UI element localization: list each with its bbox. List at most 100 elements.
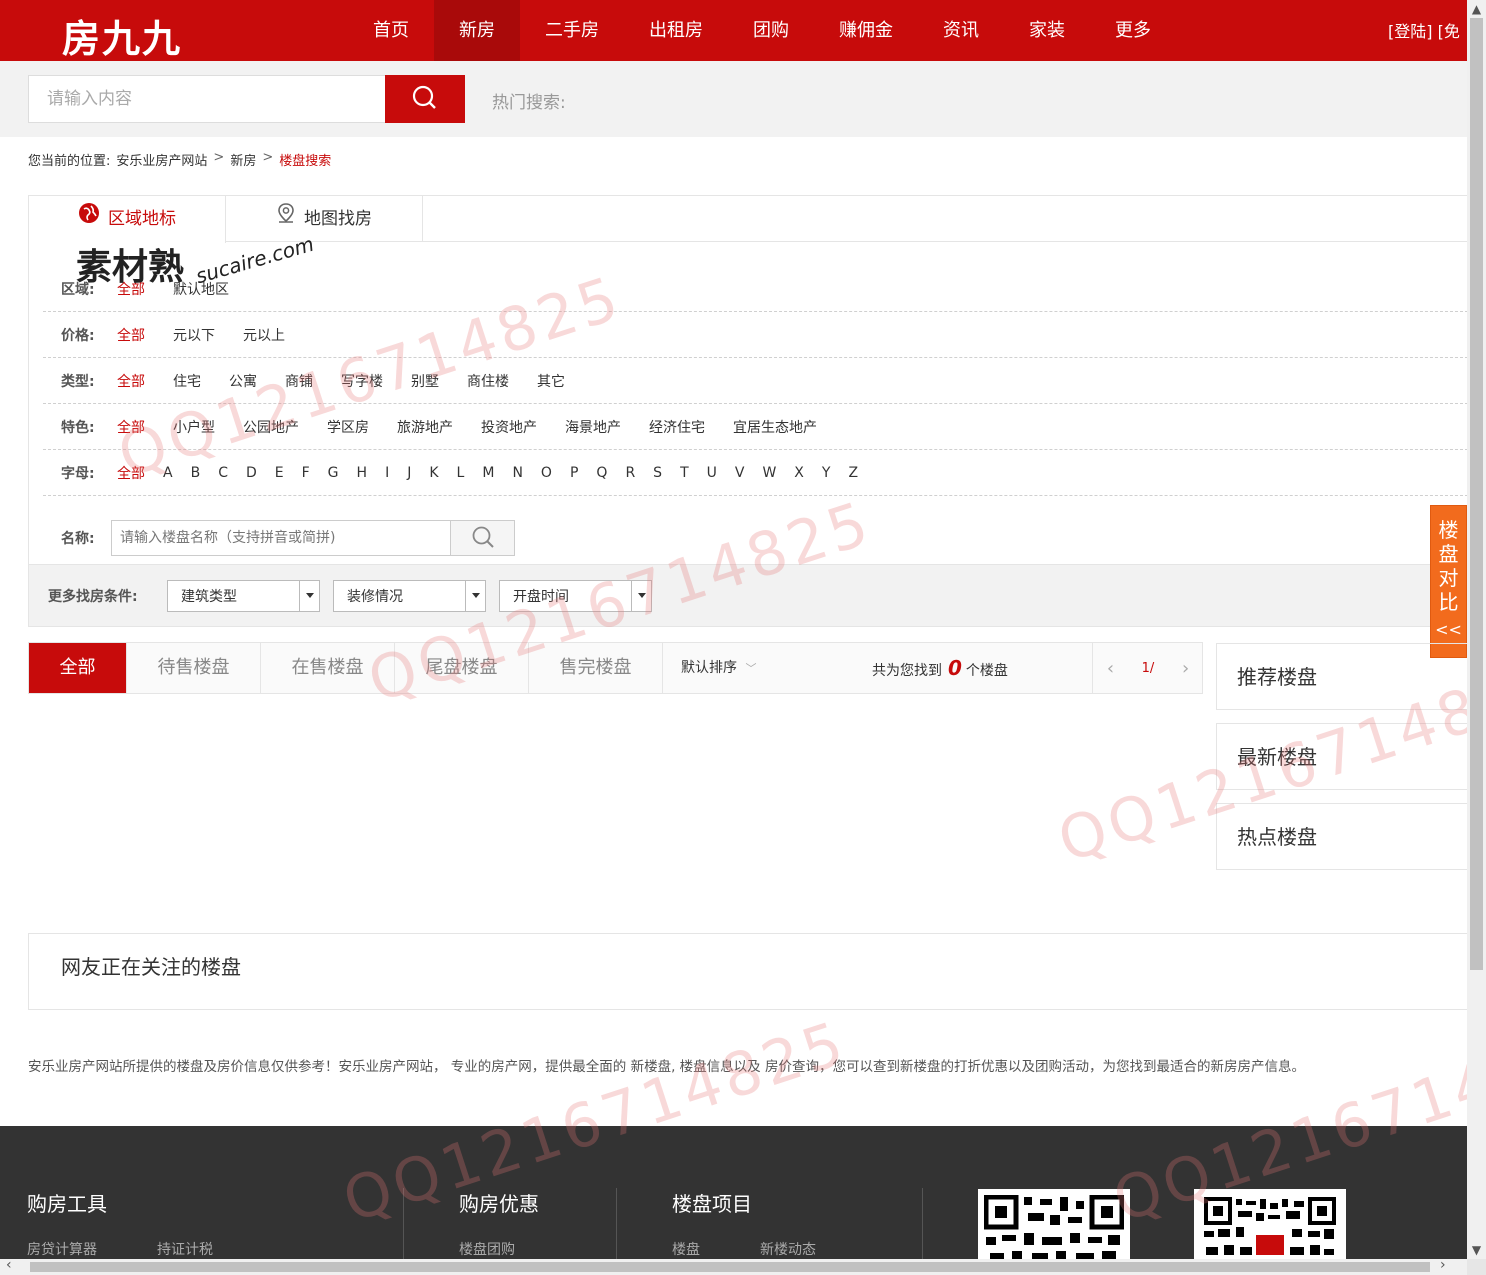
opening-time-select[interactable]: 开盘时间 (499, 579, 652, 612)
footer-link[interactable]: 楼盘 (672, 1239, 700, 1259)
filter-option[interactable]: N (512, 465, 522, 481)
filter-option[interactable]: Q (596, 465, 607, 481)
status-tab-sold-out[interactable]: 售完楼盘 (529, 643, 663, 693)
footer-link[interactable]: 新楼动态 (760, 1239, 816, 1259)
compare-float-tab[interactable]: 楼 盘 对 比 << (1430, 505, 1467, 658)
filter-option[interactable]: A (163, 465, 173, 481)
tab-area-landmark[interactable]: 区域地标 (29, 196, 226, 243)
filter-option[interactable]: 别墅 (411, 371, 439, 391)
hot-projects-box[interactable]: 热点楼盘 (1216, 803, 1467, 870)
recommended-projects-box[interactable]: 推荐楼盘 (1216, 643, 1467, 710)
filter-option[interactable]: 全部 (117, 279, 145, 299)
scroll-down-icon[interactable]: ▼ (1467, 1241, 1486, 1259)
filter-option[interactable]: I (385, 465, 389, 481)
filter-option[interactable]: 全部 (117, 417, 145, 437)
decoration-select[interactable]: 装修情况 (333, 579, 486, 612)
filter-option[interactable]: 住宅 (173, 371, 201, 391)
filter-option[interactable]: C (218, 465, 228, 481)
filter-option[interactable]: Z (848, 465, 858, 481)
filter-option[interactable]: S (653, 465, 662, 481)
nav-item-decoration[interactable]: 家装 (1004, 0, 1090, 61)
filter-option[interactable]: 全部 (117, 325, 145, 345)
filter-option[interactable]: 旅游地产 (397, 417, 453, 437)
filter-option[interactable]: 商住楼 (467, 371, 509, 391)
latest-projects-box[interactable]: 最新楼盘 (1216, 723, 1467, 790)
nav-item-group-buy[interactable]: 团购 (728, 0, 814, 61)
nav-item-more[interactable]: 更多 (1090, 0, 1176, 61)
filter-option[interactable]: 全部 (117, 463, 145, 483)
scroll-thumb[interactable] (30, 1262, 1430, 1272)
prev-page-icon[interactable]: ‹ (1107, 658, 1114, 679)
footer-link[interactable]: 房贷计算器 (27, 1239, 97, 1259)
filter-option[interactable]: G (328, 465, 339, 481)
breadcrumb-item-home[interactable]: 安乐业房产网站 (116, 150, 207, 169)
filter-option[interactable]: Y (822, 465, 831, 481)
breadcrumb-item-new-house[interactable]: 新房 (230, 150, 256, 169)
filter-option[interactable]: P (570, 465, 578, 481)
status-tab-pending[interactable]: 待售楼盘 (127, 643, 261, 693)
filter-option[interactable]: 宜居生态地产 (733, 417, 817, 437)
filter-option[interactable]: 公寓 (229, 371, 257, 391)
filter-option[interactable]: V (735, 465, 745, 481)
collapse-icon[interactable]: << (1431, 618, 1466, 642)
nav-item-home[interactable]: 首页 (348, 0, 434, 61)
filter-option[interactable]: 学区房 (327, 417, 369, 437)
filter-option[interactable]: D (246, 465, 257, 481)
filter-option[interactable]: 投资地产 (481, 417, 537, 437)
nav-item-new-house[interactable]: 新房 (434, 0, 520, 61)
filter-option[interactable]: B (191, 465, 201, 481)
filter-option[interactable]: F (302, 465, 310, 481)
filter-option[interactable]: K (429, 465, 438, 481)
filter-option[interactable]: 写字楼 (341, 371, 383, 391)
filter-option[interactable]: J (407, 465, 411, 481)
filter-option[interactable]: 其它 (537, 371, 565, 391)
filter-option[interactable]: 元以下 (173, 325, 215, 345)
tab-map-search[interactable]: 地图找房 (226, 196, 423, 242)
filter-option[interactable]: W (762, 465, 776, 481)
nav-item-commission[interactable]: 赚佣金 (814, 0, 918, 61)
search-button[interactable] (385, 75, 465, 123)
filter-option[interactable]: U (707, 465, 717, 481)
filter-option[interactable]: T (680, 465, 689, 481)
footer-link[interactable]: 持证计税 (157, 1239, 213, 1259)
sort-label: 默认排序 (681, 660, 737, 676)
filter-option[interactable]: R (625, 465, 635, 481)
nav-item-news[interactable]: 资讯 (918, 0, 1004, 61)
name-search-button[interactable] (451, 520, 515, 556)
nav-item-rental[interactable]: 出租房 (624, 0, 728, 61)
filter-option[interactable]: E (275, 465, 284, 481)
footer-link[interactable]: 楼盘团购 (459, 1239, 515, 1259)
sort-dropdown[interactable]: 默认排序 ﹀ (663, 643, 763, 693)
project-name-input[interactable] (111, 520, 451, 556)
nav-item-second-hand[interactable]: 二手房 (520, 0, 624, 61)
scroll-up-icon[interactable]: ▲ (1467, 0, 1486, 18)
filter-option[interactable]: 公园地产 (243, 417, 299, 437)
filter-option[interactable]: 默认地区 (173, 279, 229, 299)
filter-option[interactable]: 海景地产 (565, 417, 621, 437)
filter-option[interactable]: H (357, 465, 368, 481)
chevron-down-icon (465, 580, 485, 611)
status-tab-on-sale[interactable]: 在售楼盘 (261, 643, 395, 693)
login-link[interactable]: [登陆] [免 (1388, 18, 1460, 42)
vertical-scrollbar[interactable]: ▲ ▼ (1467, 0, 1486, 1259)
status-tab-all[interactable]: 全部 (29, 643, 127, 693)
filter-option[interactable]: L (457, 465, 465, 481)
horizontal-scrollbar[interactable]: ‹ › (0, 1257, 1467, 1275)
scroll-thumb[interactable] (1470, 18, 1483, 970)
qr-code-image (978, 1189, 1130, 1259)
building-type-select[interactable]: 建筑类型 (167, 579, 320, 612)
filter-option[interactable]: 经济住宅 (649, 417, 705, 437)
filter-option[interactable]: 全部 (117, 371, 145, 391)
status-tab-tail[interactable]: 尾盘楼盘 (395, 643, 529, 693)
filter-option[interactable]: 元以上 (243, 325, 285, 345)
next-page-icon[interactable]: › (1182, 658, 1189, 679)
site-logo[interactable]: 房九九 (62, 8, 182, 63)
filter-option[interactable]: X (794, 465, 804, 481)
filter-option[interactable]: O (541, 465, 552, 481)
filter-option[interactable]: M (482, 465, 494, 481)
filter-option[interactable]: 小户型 (173, 417, 215, 437)
scroll-right-icon[interactable]: › (1440, 1257, 1446, 1273)
scroll-left-icon[interactable]: ‹ (6, 1257, 12, 1273)
filter-option[interactable]: 商铺 (285, 371, 313, 391)
search-input[interactable] (28, 75, 386, 123)
